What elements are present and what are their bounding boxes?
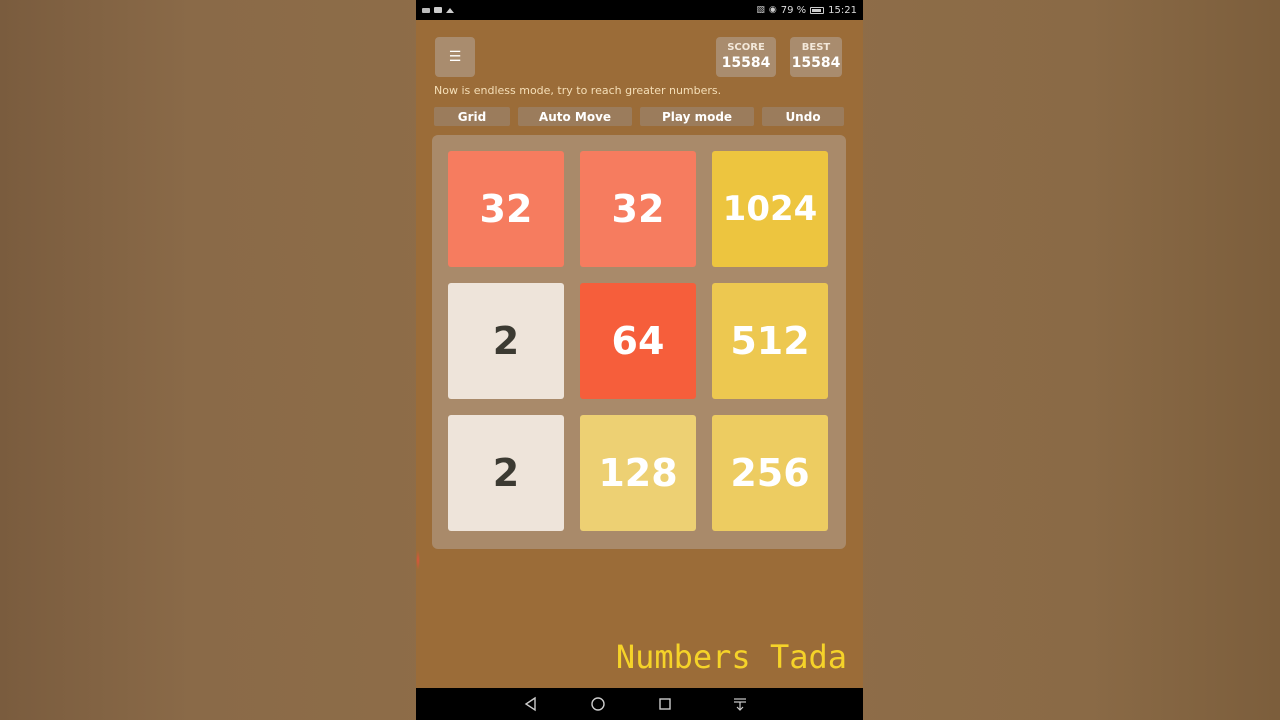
hamburger-icon: ☰ xyxy=(448,49,462,65)
cast-icon: ▧ xyxy=(756,5,765,15)
clock: 15:21 xyxy=(828,4,857,16)
tile: 2 xyxy=(448,415,564,531)
youtube-icon xyxy=(434,7,442,13)
battery-percent: 79 % xyxy=(780,4,807,16)
best-value: 15584 xyxy=(791,55,841,71)
score-label: SCORE xyxy=(727,42,765,53)
tile: 128 xyxy=(580,415,696,531)
screen-record-icon xyxy=(422,7,430,13)
auto-move-button[interactable]: Auto Move xyxy=(518,107,632,126)
nav-bar xyxy=(416,688,863,720)
pull-down-icon[interactable] xyxy=(732,696,748,712)
tile: 1024 xyxy=(712,151,828,267)
play-mode-button[interactable]: Play mode xyxy=(640,107,754,126)
status-left-icons xyxy=(422,7,454,13)
tile: 2 xyxy=(448,283,564,399)
tile: 64 xyxy=(580,283,696,399)
menu-button[interactable]: ☰ xyxy=(435,37,475,77)
eye-comfort-icon: ◉ xyxy=(768,5,777,15)
back-icon[interactable] xyxy=(523,696,539,712)
tile: 256 xyxy=(712,415,828,531)
status-right-icons: ▧ ◉ 79 % 15:21 xyxy=(756,5,857,16)
mode-hint: Now is endless mode, try to reach greate… xyxy=(434,84,722,97)
undo-button[interactable]: Undo xyxy=(762,107,844,126)
battery-icon xyxy=(810,6,825,14)
tile: 32 xyxy=(448,151,564,267)
grid-button[interactable]: Grid xyxy=(434,107,510,126)
game-board[interactable]: 32 32 1024 2 64 512 2 128 256 xyxy=(432,135,846,549)
phone-screen: ▧ ◉ 79 % 15:21 ☰ SCORE 15584 BEST 15584 … xyxy=(416,0,863,720)
action-bar: Grid Auto Move Play mode Undo xyxy=(434,107,844,126)
best-box: BEST 15584 xyxy=(790,37,842,77)
score-value: 15584 xyxy=(721,55,771,71)
tile: 512 xyxy=(712,283,828,399)
score-box: SCORE 15584 xyxy=(716,37,776,77)
home-icon[interactable] xyxy=(590,696,606,712)
cloud-icon xyxy=(446,7,454,13)
best-label: BEST xyxy=(801,42,831,53)
edge-indicator xyxy=(416,550,420,570)
watermark: Numbers Tada xyxy=(615,638,847,676)
recents-icon[interactable] xyxy=(657,696,673,712)
tile: 32 xyxy=(580,151,696,267)
status-bar: ▧ ◉ 79 % 15:21 xyxy=(416,0,863,20)
